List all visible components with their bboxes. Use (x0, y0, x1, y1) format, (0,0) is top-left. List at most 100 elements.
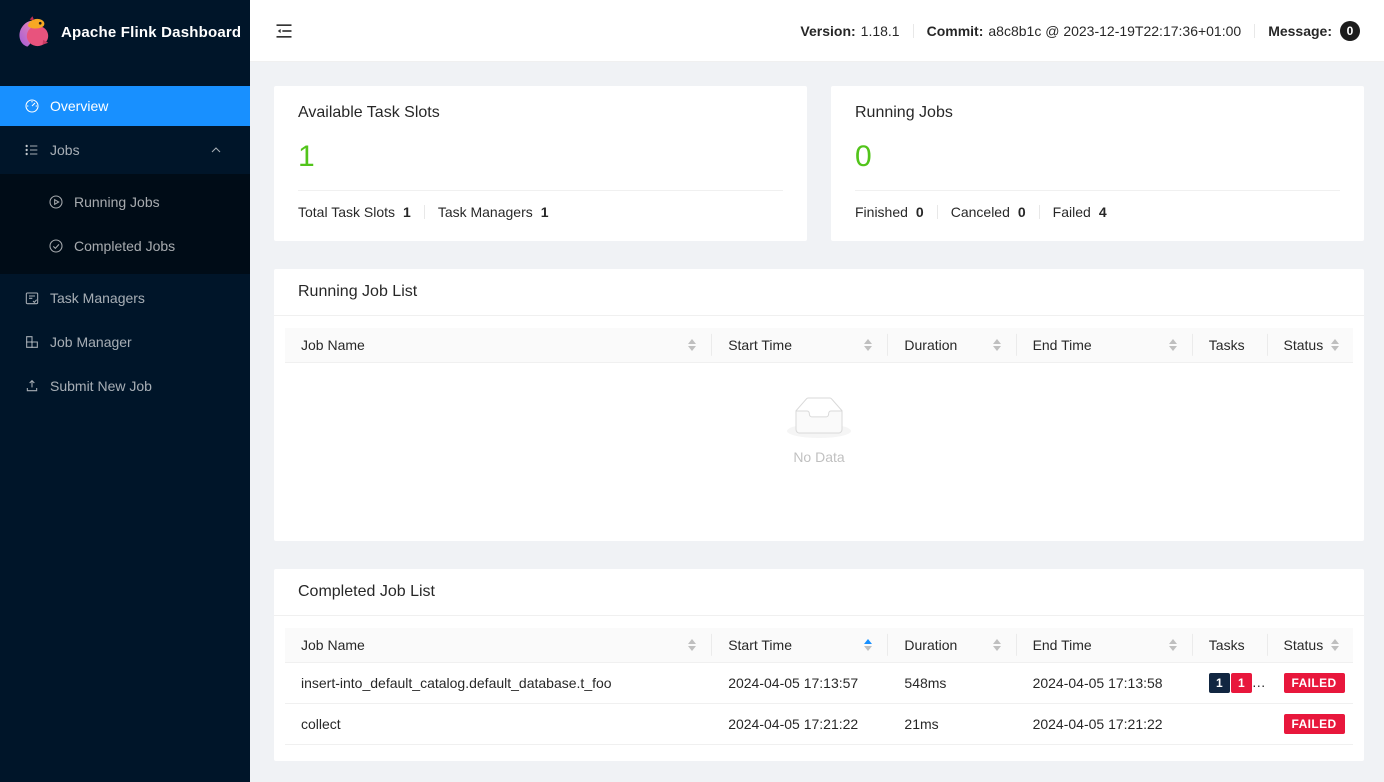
column-header-start-time[interactable]: Start Time (712, 628, 888, 663)
column-header-duration[interactable]: Duration (888, 628, 1016, 663)
check-circle-icon (48, 238, 64, 254)
sorter-icon (1169, 639, 1177, 651)
start-time-cell: 2024-04-05 17:21:22 (712, 704, 888, 745)
column-header-job-name[interactable]: Job Name (285, 328, 712, 363)
duration-cell: 548ms (888, 663, 1016, 704)
sorter-icon (993, 339, 1001, 351)
column-header-start-time[interactable]: Start Time (712, 328, 888, 363)
available-task-slots-value: 1 (298, 138, 783, 176)
sidebar-item-label: Running Jobs (74, 194, 160, 210)
sidebar-item-label: Completed Jobs (74, 238, 175, 254)
sidebar-menu: Overview Jobs Running Jobs Comp (0, 86, 250, 406)
divider (1254, 24, 1255, 38)
status-badge: FAILED (1284, 714, 1345, 734)
unordered-list-icon (24, 142, 40, 158)
content-area: Available Task Slots 1 Total Task Slots … (250, 62, 1384, 782)
sorter-icon (864, 339, 872, 351)
version-label: Version: (800, 23, 855, 39)
commit-value: a8c8b1c @ 2023-12-19T22:17:36+01:00 (988, 23, 1241, 39)
dashboard-icon (24, 98, 40, 114)
sidebar-item-task-managers[interactable]: Task Managers (0, 278, 250, 318)
top-header-bar: Version: 1.18.1 Commit: a8c8b1c @ 2023-1… (250, 0, 1384, 62)
stat-finished: Finished 0 (855, 204, 924, 220)
sidebar-item-label: Task Managers (50, 290, 145, 306)
no-data-text: No Data (285, 449, 1353, 465)
panel-title-row: Running Job List (274, 269, 1364, 315)
completed-job-list-title: Completed Job List (298, 583, 435, 600)
sorter-icon (1331, 639, 1339, 651)
running-job-list-title: Running Job List (298, 283, 417, 300)
stat-failed: Failed 4 (1053, 204, 1107, 220)
status-badge: FAILED (1284, 673, 1345, 693)
sidebar-item-label: Submit New Job (50, 378, 152, 394)
divider (913, 24, 914, 38)
sidebar-item-label: Jobs (50, 142, 80, 158)
running-job-table: Job Name Start Time Duration End Time Ta… (274, 316, 1364, 541)
card-title: Available Task Slots (298, 104, 783, 122)
schedule-icon (24, 290, 40, 306)
column-header-status[interactable]: Status (1268, 328, 1353, 363)
card-title: Running Jobs (855, 104, 1340, 122)
table-row[interactable]: insert-into_default_catalog.default_data… (285, 663, 1353, 704)
table-row[interactable]: collect 2024-04-05 17:21:22 21ms 2024-04… (285, 704, 1353, 745)
sidebar-item-running-jobs[interactable]: Running Jobs (0, 182, 250, 222)
empty-state: No Data (285, 363, 1353, 525)
upload-icon (24, 378, 40, 394)
app-title: Apache Flink Dashboard (61, 24, 241, 41)
commit-label: Commit: (927, 23, 984, 39)
tasks-failed-badge: 1 (1231, 673, 1252, 693)
column-header-job-name[interactable]: Job Name (285, 628, 712, 663)
menu-fold-icon[interactable] (274, 21, 294, 41)
play-circle-icon (48, 194, 64, 210)
end-time-cell: 2024-04-05 17:21:22 (1017, 704, 1193, 745)
sidebar-item-jobs[interactable]: Jobs (0, 130, 250, 170)
message-label: Message: (1268, 23, 1332, 39)
tasks-cell: 1 1 (1193, 663, 1268, 704)
jobs-submenu: Running Jobs Completed Jobs (0, 174, 250, 274)
completed-job-list-panel: Completed Job List Job Name Start Time D… (274, 569, 1364, 761)
status-cell: FAILED (1268, 704, 1353, 745)
message-count-badge[interactable]: 0 (1340, 21, 1360, 41)
divider (298, 190, 783, 191)
card-footer-stats: Finished 0 Canceled 0 Failed 4 (855, 204, 1340, 220)
flink-squirrel-logo-icon (15, 14, 51, 50)
divider (937, 205, 938, 219)
sidebar-item-overview[interactable]: Overview (0, 86, 250, 126)
stat-canceled: Canceled 0 (951, 204, 1026, 220)
sorter-icon (688, 339, 696, 351)
divider (424, 205, 425, 219)
divider (1039, 205, 1040, 219)
column-header-tasks: Tasks (1193, 628, 1268, 663)
tasks-total-badge: 1 (1209, 673, 1230, 693)
column-header-end-time[interactable]: End Time (1017, 328, 1193, 363)
sidebar-item-completed-jobs[interactable]: Completed Jobs (0, 226, 250, 266)
column-header-end-time[interactable]: End Time (1017, 628, 1193, 663)
job-name-cell: collect (285, 704, 712, 745)
column-header-tasks: Tasks (1193, 328, 1268, 363)
running-jobs-value: 0 (855, 138, 1340, 176)
sorter-icon (993, 639, 1001, 651)
divider (855, 190, 1340, 191)
running-jobs-card: Running Jobs 0 Finished 0 Canceled 0 (831, 86, 1364, 241)
sidebar: Apache Flink Dashboard Overview Jobs Run… (0, 0, 250, 782)
chevron-up-icon (208, 142, 224, 158)
start-time-cell: 2024-04-05 17:13:57 (712, 663, 888, 704)
panel-title-row: Completed Job List (274, 569, 1364, 615)
column-header-duration[interactable]: Duration (888, 328, 1016, 363)
sidebar-item-label: Overview (50, 98, 108, 114)
app-logo-row[interactable]: Apache Flink Dashboard (0, 0, 250, 64)
table-header-row: Job Name Start Time Duration End Time Ta… (285, 328, 1353, 363)
sorter-icon-active-ascend (864, 639, 872, 651)
card-footer-stats: Total Task Slots 1 Task Managers 1 (298, 204, 783, 220)
completed-job-table: Job Name Start Time Duration End Time Ta… (274, 616, 1364, 761)
sorter-icon (688, 639, 696, 651)
sidebar-item-job-manager[interactable]: Job Manager (0, 322, 250, 362)
main-area: Version: 1.18.1 Commit: a8c8b1c @ 2023-1… (250, 0, 1384, 782)
version-value: 1.18.1 (861, 23, 900, 39)
column-header-status[interactable]: Status (1268, 628, 1353, 663)
stat-total-task-slots: Total Task Slots 1 (298, 204, 411, 220)
build-info: Version: 1.18.1 Commit: a8c8b1c @ 2023-1… (800, 21, 1360, 41)
end-time-cell: 2024-04-05 17:13:58 (1017, 663, 1193, 704)
sidebar-item-submit-new-job[interactable]: Submit New Job (0, 366, 250, 406)
stat-task-managers: Task Managers 1 (438, 204, 549, 220)
